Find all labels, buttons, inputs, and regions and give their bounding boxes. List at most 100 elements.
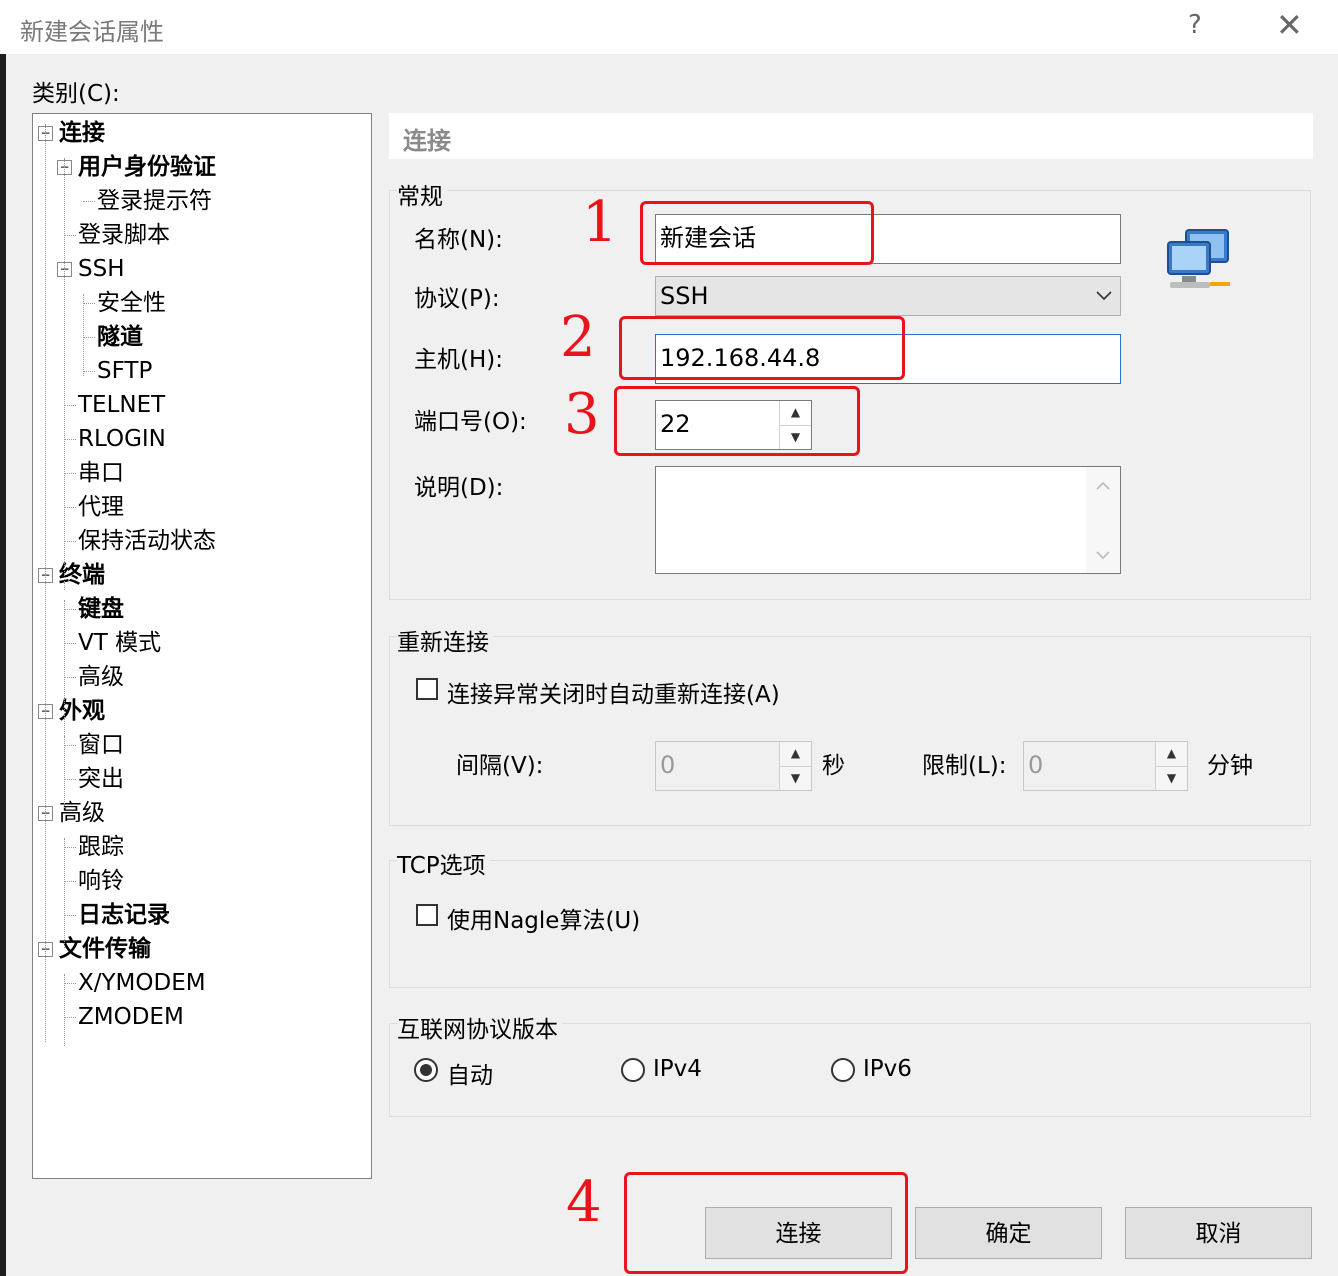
tree-item[interactable]: 登录脚本	[78, 218, 170, 252]
tree-item[interactable]: 高级	[59, 796, 105, 830]
reconnect-group	[389, 636, 1311, 826]
ip-auto-radio[interactable]	[414, 1058, 438, 1082]
tree-item[interactable]: 串口	[78, 456, 124, 490]
description-textarea[interactable]	[655, 466, 1121, 574]
tree-connector	[64, 736, 65, 808]
tree-connector	[64, 541, 76, 542]
tree-item[interactable]: X/YMODEM	[78, 966, 206, 1000]
interval-label: 间隔(V):	[456, 753, 544, 779]
auto-reconnect-checkbox[interactable]	[416, 678, 438, 700]
spin-up-icon[interactable]: ▲	[1156, 742, 1187, 767]
tree-item[interactable]: SSH	[78, 252, 125, 286]
tree-item[interactable]: 代理	[78, 490, 124, 524]
tree-item[interactable]: 突出	[78, 762, 124, 796]
tree-item[interactable]: VT 模式	[78, 626, 161, 660]
tree-connector	[83, 303, 95, 304]
tree-item[interactable]: TELNET	[78, 388, 165, 422]
protocol-select[interactable]: SSH	[655, 276, 1121, 316]
panel-title: 连接	[403, 127, 451, 155]
tree-item[interactable]: 键盘	[78, 592, 124, 626]
ipv4-radio[interactable]	[621, 1058, 645, 1082]
reconnect-group-title: 重新连接	[397, 623, 493, 657]
tree-item[interactable]: 终端	[59, 558, 105, 592]
tree-connector	[64, 745, 76, 746]
tree-connector	[83, 201, 95, 202]
interval-stepper[interactable]: ▲ ▼	[779, 742, 811, 790]
tree-item[interactable]: RLOGIN	[78, 422, 166, 456]
limit-value: 0	[1028, 751, 1044, 779]
ipv4-label: IPv4	[653, 1056, 702, 1082]
tree-connector	[83, 294, 84, 376]
tree-connector	[64, 677, 76, 678]
spin-down-icon[interactable]: ▼	[1156, 767, 1187, 791]
annotation-box-connect	[624, 1172, 908, 1274]
tree-connector	[64, 405, 76, 406]
window-title: 新建会话属性	[20, 18, 164, 46]
general-group-title: 常规	[397, 177, 447, 211]
annotation-number: 2	[560, 305, 596, 370]
tree-connector	[64, 838, 65, 948]
tree-item[interactable]: 窗口	[78, 728, 124, 762]
tree-item[interactable]: 文件传输	[59, 932, 151, 966]
tree-item[interactable]: 保持活动状态	[78, 524, 216, 558]
close-icon[interactable]: ✕	[1276, 6, 1303, 44]
tree-item[interactable]: 响铃	[78, 864, 124, 898]
ipv6-label: IPv6	[863, 1056, 912, 1082]
interval-input[interactable]: 0 ▲ ▼	[655, 741, 812, 791]
network-computers-icon	[1167, 229, 1230, 288]
annotation-number: 3	[564, 382, 600, 447]
annotation-number: 4	[566, 1170, 602, 1235]
tree-connector	[83, 371, 95, 372]
tree-item[interactable]: SFTP	[97, 354, 152, 388]
tree-connector	[64, 881, 76, 882]
annotation-box-name	[640, 201, 874, 265]
ip-version-group-title: 互联网协议版本	[397, 1010, 562, 1044]
tree-connector	[64, 779, 76, 780]
tree-item[interactable]: 隧道	[97, 320, 143, 354]
limit-stepper[interactable]: ▲ ▼	[1155, 742, 1187, 790]
annotation-box-host	[619, 316, 905, 380]
tree-item[interactable]: 连接	[59, 116, 105, 150]
tree-connector	[64, 974, 65, 1046]
tree-connector	[64, 158, 65, 590]
description-scrollbar[interactable]	[1086, 467, 1120, 573]
tree-item[interactable]: 高级	[78, 660, 124, 694]
category-tree[interactable]: 连接 − 用户身份验证 − 登录提示符 登录脚本 SSH − 安全性 隧道 SFTP TELNET RL…	[32, 113, 372, 1179]
nagle-checkbox[interactable]	[416, 904, 438, 926]
interval-unit: 秒	[822, 753, 845, 779]
tree-item[interactable]: 用户身份验证	[78, 150, 216, 184]
spin-up-icon[interactable]: ▲	[780, 742, 811, 767]
ok-button[interactable]: 确定	[915, 1207, 1102, 1259]
scroll-up-icon[interactable]	[1096, 481, 1110, 490]
limit-label: 限制(L):	[922, 753, 1007, 779]
protocol-value: SSH	[660, 282, 709, 310]
tree-connector	[64, 983, 76, 984]
name-label: 名称(N):	[414, 227, 503, 253]
help-icon[interactable]: ?	[1188, 10, 1202, 40]
scroll-down-icon[interactable]	[1096, 551, 1110, 560]
tree-connector	[64, 473, 76, 474]
cancel-button[interactable]: 取消	[1125, 1207, 1312, 1259]
auto-reconnect-label: 连接异常关闭时自动重新连接(A)	[447, 682, 780, 708]
limit-input[interactable]: 0 ▲ ▼	[1023, 741, 1188, 791]
tree-connector	[64, 643, 76, 644]
tree-item[interactable]: 日志记录	[78, 898, 170, 932]
tree-item[interactable]: ZMODEM	[78, 1000, 184, 1034]
description-label: 说明(D):	[414, 475, 504, 501]
protocol-label: 协议(P):	[414, 286, 500, 312]
ipv6-radio[interactable]	[831, 1058, 855, 1082]
spin-down-icon[interactable]: ▼	[780, 767, 811, 791]
port-label: 端口号(O):	[414, 409, 527, 435]
tree-item[interactable]: 登录提示符	[97, 184, 212, 218]
tree-connector	[64, 600, 65, 740]
nagle-label: 使用Nagle算法(U)	[447, 908, 641, 934]
ip-auto-label: 自动	[447, 1063, 493, 1089]
tree-item[interactable]: 外观	[59, 694, 105, 728]
tree-item[interactable]: 安全性	[97, 286, 166, 320]
tree-connector	[64, 915, 76, 916]
tree-item[interactable]: 跟踪	[78, 830, 124, 864]
tree-connector	[64, 847, 76, 848]
tree-connector	[83, 337, 95, 338]
annotation-number: 1	[582, 190, 618, 255]
host-label: 主机(H):	[414, 347, 503, 373]
